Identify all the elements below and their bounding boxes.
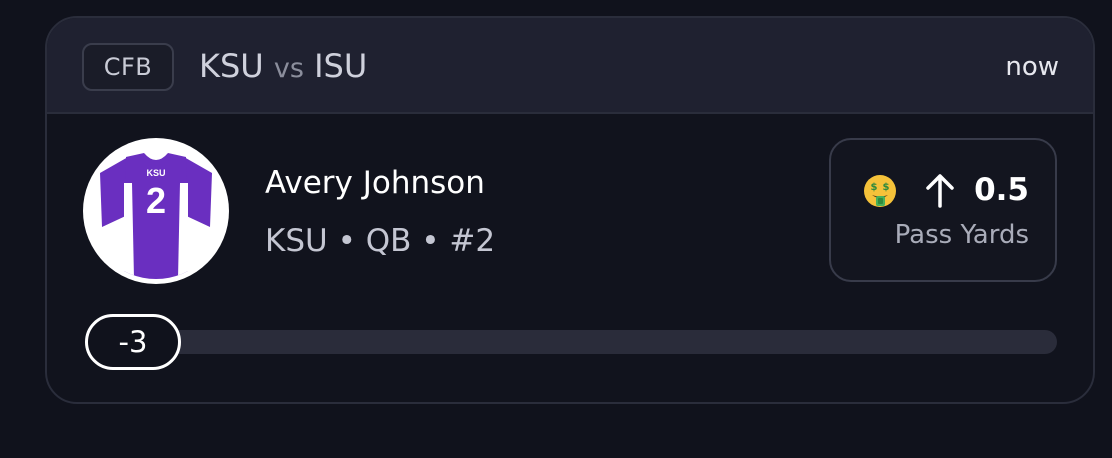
- away-team: ISU: [314, 47, 368, 85]
- meta-separator: •: [421, 223, 440, 259]
- player-name: Avery Johnson: [265, 165, 485, 201]
- home-team: KSU: [199, 47, 264, 85]
- league-badge: CFB: [82, 43, 174, 91]
- progress-value-pill: -3: [85, 314, 181, 370]
- svg-text:$: $: [883, 182, 890, 193]
- jersey-image: KSU 2: [88, 143, 224, 279]
- player-number: #2: [449, 223, 496, 259]
- prop-card[interactable]: CFB KSU vs ISU now KSU 2 Avery Johnson K…: [45, 16, 1095, 404]
- prop-line-box[interactable]: $ $ 0.5 Pass Yards: [829, 138, 1057, 282]
- matchup: KSU vs ISU: [199, 46, 367, 89]
- player-team: KSU: [265, 223, 328, 259]
- jersey-number: 2: [146, 180, 166, 221]
- player-position: QB: [365, 223, 412, 259]
- avatar: KSU 2: [83, 138, 229, 284]
- prop-line-value: 0.5: [974, 172, 1029, 208]
- jersey-text: KSU: [146, 168, 165, 178]
- progress-track: [89, 330, 1057, 354]
- money-mouth-face-icon: $ $: [864, 175, 896, 207]
- game-status-time: now: [1005, 52, 1059, 82]
- player-meta: KSU • QB • #2: [265, 222, 495, 260]
- svg-text:$: $: [871, 182, 878, 193]
- vs-label: vs: [273, 53, 304, 84]
- up-arrow-icon: [926, 174, 954, 208]
- prop-stat-label: Pass Yards: [894, 220, 1029, 250]
- card-header: CFB KSU vs ISU now: [47, 18, 1093, 114]
- meta-separator: •: [337, 223, 356, 259]
